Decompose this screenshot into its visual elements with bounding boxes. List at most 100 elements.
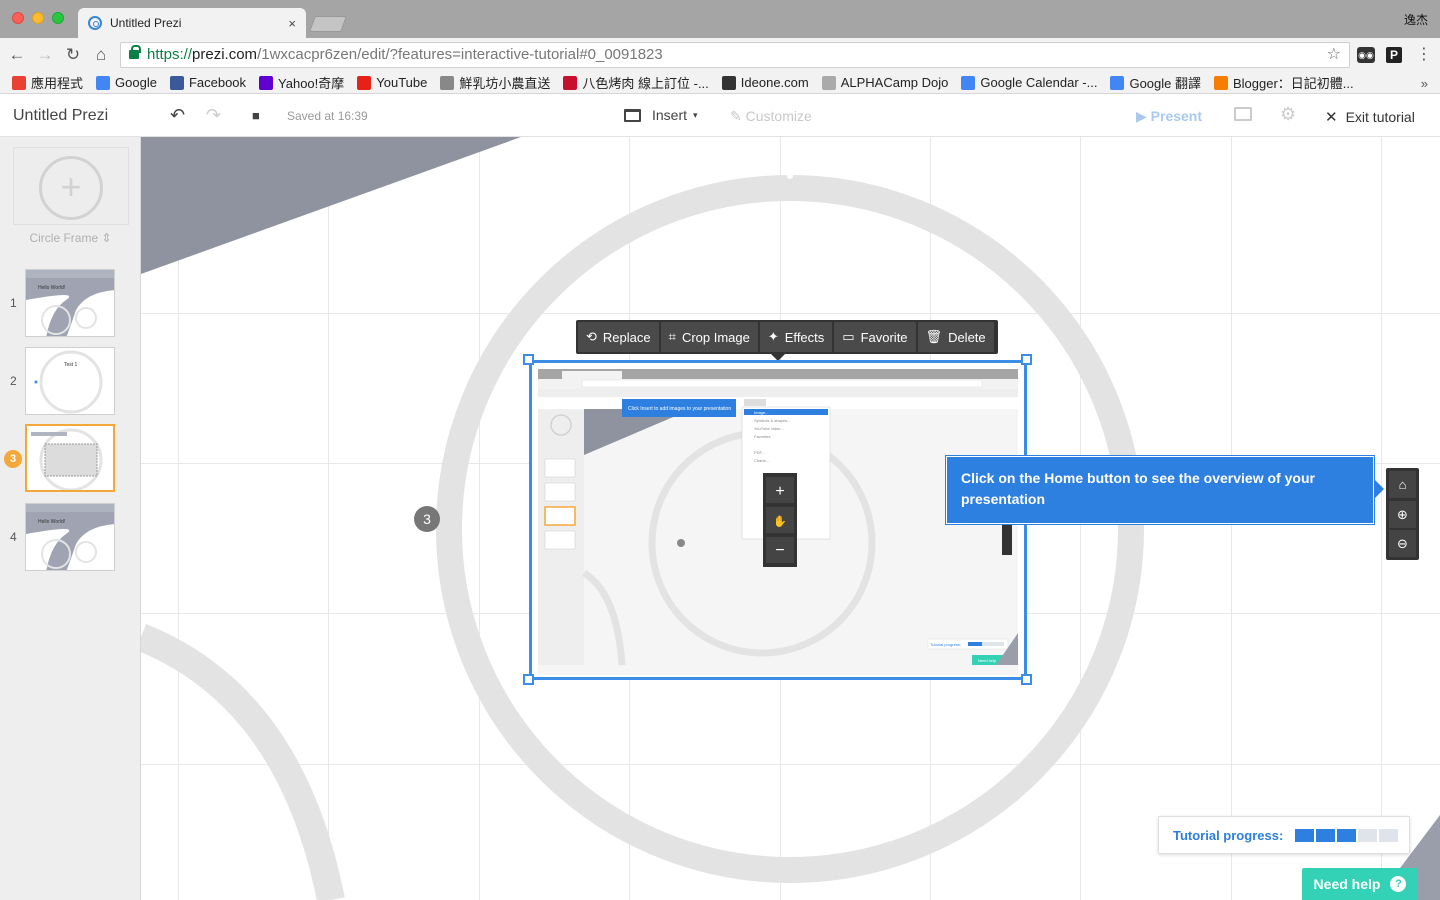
exit-tutorial-button[interactable]: ✕ Exit tutorial xyxy=(1325,108,1415,126)
bookmark-label: YouTube xyxy=(376,75,428,90)
resize-handle-br[interactable] xyxy=(1021,674,1032,685)
progress-step xyxy=(1316,828,1336,842)
bookmark-item[interactable]: Google xyxy=(96,75,157,90)
bookmarks-bar: 應用程式 Google Facebook Yahoo!奇摩 YouTube 鮮乳坊小農直送… xyxy=(0,72,1440,94)
bookmark-item[interactable]: 鮮乳坊小農直送 xyxy=(440,73,550,92)
translate-icon xyxy=(1110,75,1125,90)
browser-menu-icon[interactable]: ⋮ xyxy=(1416,47,1432,63)
share-icon[interactable] xyxy=(1234,107,1252,121)
url-path: /1wxcacpr6zen/edit/?features=interactive… xyxy=(257,46,663,63)
frame-type-selector[interactable]: Circle Frame ⇕ xyxy=(0,231,141,245)
chevron-down-icon: ▾ xyxy=(693,109,698,120)
gray-wedge-shape xyxy=(141,137,521,274)
resize-handle-tl[interactable] xyxy=(523,354,534,365)
bookmark-item[interactable]: ALPHACamp Dojo xyxy=(821,75,949,90)
reload-icon[interactable]: ↻ xyxy=(61,43,85,67)
address-bar[interactable]: https://prezi.com/1wxcacpr6zen/edit/?fea… xyxy=(120,42,1350,68)
bookmark-item[interactable]: YouTube xyxy=(357,75,427,90)
new-tab-button[interactable] xyxy=(309,16,347,32)
tab-close-icon[interactable]: × xyxy=(288,16,296,31)
brush-icon: ✎ xyxy=(730,108,746,124)
save-icon[interactable]: ■ xyxy=(252,108,260,123)
circle-top-dot xyxy=(787,173,793,179)
image-toolbar: ⟲ Replace ⌗ Crop Image ✦ Effects ▭ Favorite 🗑 Del… xyxy=(576,320,998,361)
p-extension-icon[interactable]: P xyxy=(1386,47,1402,63)
effects-button[interactable]: ✦ Effects xyxy=(759,322,833,352)
slide-2-preview: Test 1 xyxy=(34,350,103,414)
document-title[interactable]: Untitled Prezi xyxy=(13,107,108,125)
slide-number: 2 xyxy=(10,374,17,388)
customize-label: Customize xyxy=(745,108,812,124)
home-icon[interactable]: ⌂ xyxy=(89,43,113,67)
embedded-menu-item: PDF... xyxy=(754,450,765,455)
slide-thumbnail-2[interactable]: Test 1 xyxy=(25,347,115,415)
close-window-button[interactable] xyxy=(12,12,24,24)
slide-3-preview xyxy=(31,428,103,490)
slide-1-preview: Hello World! xyxy=(26,270,114,336)
customize-button[interactable]: ✎ Customize xyxy=(730,108,812,125)
crop-image-button[interactable]: ⌗ Crop Image xyxy=(660,322,758,352)
progress-step xyxy=(1337,828,1357,842)
apps-grid-icon xyxy=(12,75,26,90)
trash-icon: 🗑 xyxy=(925,329,943,344)
add-frame-button[interactable]: + xyxy=(13,147,129,225)
resize-handle-bl[interactable] xyxy=(523,674,534,685)
profile-name[interactable]: 逸杰 xyxy=(1404,11,1428,28)
progress-steps xyxy=(1295,828,1400,842)
browser-tab[interactable]: Untitled Prezi × xyxy=(78,8,306,38)
bookmark-item[interactable]: Facebook xyxy=(169,75,246,90)
page-icon xyxy=(821,75,836,90)
bookmarks-overflow-icon[interactable]: » xyxy=(1421,76,1428,91)
progress-step xyxy=(1295,828,1315,842)
maximize-window-button[interactable] xyxy=(52,12,64,24)
svg-text:−: − xyxy=(775,542,784,559)
add-circle-icon: + xyxy=(39,156,103,220)
crop-icon: ⌗ xyxy=(668,329,676,344)
embedded-menu-item: Charts... xyxy=(754,458,769,463)
bookmark-item[interactable]: Yahoo!奇摩 xyxy=(259,73,344,92)
redo-icon[interactable]: ↷ xyxy=(206,105,221,126)
embedded-progress-label: Tutorial progress: xyxy=(930,642,961,647)
tutorial-tooltip: Click on the Home button to see the over… xyxy=(946,456,1384,524)
prezi-canvas[interactable]: 3 ⟲ Replace ⌗ Crop Image ✦ Effects ▭ Favorite 🗑 D… xyxy=(141,137,1440,900)
insert-button[interactable]: Insert ▾ xyxy=(624,107,698,123)
blogger-icon xyxy=(1214,75,1228,90)
replace-button[interactable]: ⟲ Replace xyxy=(578,322,659,352)
replace-icon: ⟲ xyxy=(586,329,597,344)
minimize-window-button[interactable] xyxy=(32,12,44,24)
back-icon[interactable]: ← xyxy=(5,43,29,67)
bookmark-item[interactable]: 應用程式 xyxy=(12,73,83,92)
delete-button[interactable]: 🗑 Delete xyxy=(917,322,994,352)
bookmark-star-icon[interactable]: ☆ xyxy=(1327,43,1341,67)
bookmark-item[interactable]: Ideone.com xyxy=(721,75,809,90)
slide-thumbnail-1[interactable]: Hello World! xyxy=(25,269,115,337)
svg-text:✋: ✋ xyxy=(773,515,787,528)
bookmark-item[interactable]: Blogger：日記初體... xyxy=(1214,73,1354,92)
cloud-icon xyxy=(440,75,455,90)
present-button[interactable]: ▶ Present xyxy=(1136,108,1202,125)
browser-toolbar: ← → ↻ ⌂ https://prezi.com/1wxcacpr6zen/e… xyxy=(0,38,1440,72)
bookmark-item[interactable]: Google Calendar -... xyxy=(961,75,1097,90)
slide-thumbnail-3[interactable] xyxy=(25,424,115,492)
path-step-number[interactable]: 3 xyxy=(414,506,440,532)
zoom-out-icon[interactable]: ⊖ xyxy=(1389,530,1416,557)
need-help-button[interactable]: Need help ? xyxy=(1302,868,1418,900)
bookmark-item[interactable]: 八色烤肉 線上訂位 -... xyxy=(563,73,709,92)
bookmark-item[interactable]: Google 翻譯 xyxy=(1110,73,1201,92)
incognito-extension-icon[interactable]: ◉◉ xyxy=(1357,47,1375,63)
favorite-button[interactable]: ▭ Favorite xyxy=(834,322,916,352)
home-view-icon[interactable]: ⌂ xyxy=(1389,471,1416,498)
undo-icon[interactable]: ↶ xyxy=(170,105,185,126)
bookmark-label: Google 翻譯 xyxy=(1129,76,1201,91)
slide-thumbnail-4[interactable]: Hello World! xyxy=(25,503,115,571)
embedded-insert-hint: Click Insert to add images to your prese… xyxy=(628,406,731,412)
gear-icon[interactable]: ⚙ xyxy=(1280,104,1296,125)
play-icon: ▶ xyxy=(1136,108,1151,124)
bookmark-label: Blogger：日記初體... xyxy=(1233,76,1354,91)
close-icon: ✕ xyxy=(1325,109,1338,126)
insert-box-icon xyxy=(624,108,641,122)
bookmark-label: ALPHACamp Dojo xyxy=(840,75,949,90)
zoom-in-icon[interactable]: ⊕ xyxy=(1389,501,1416,528)
forward-icon[interactable]: → xyxy=(33,43,57,67)
resize-handle-tr[interactable] xyxy=(1021,354,1032,365)
